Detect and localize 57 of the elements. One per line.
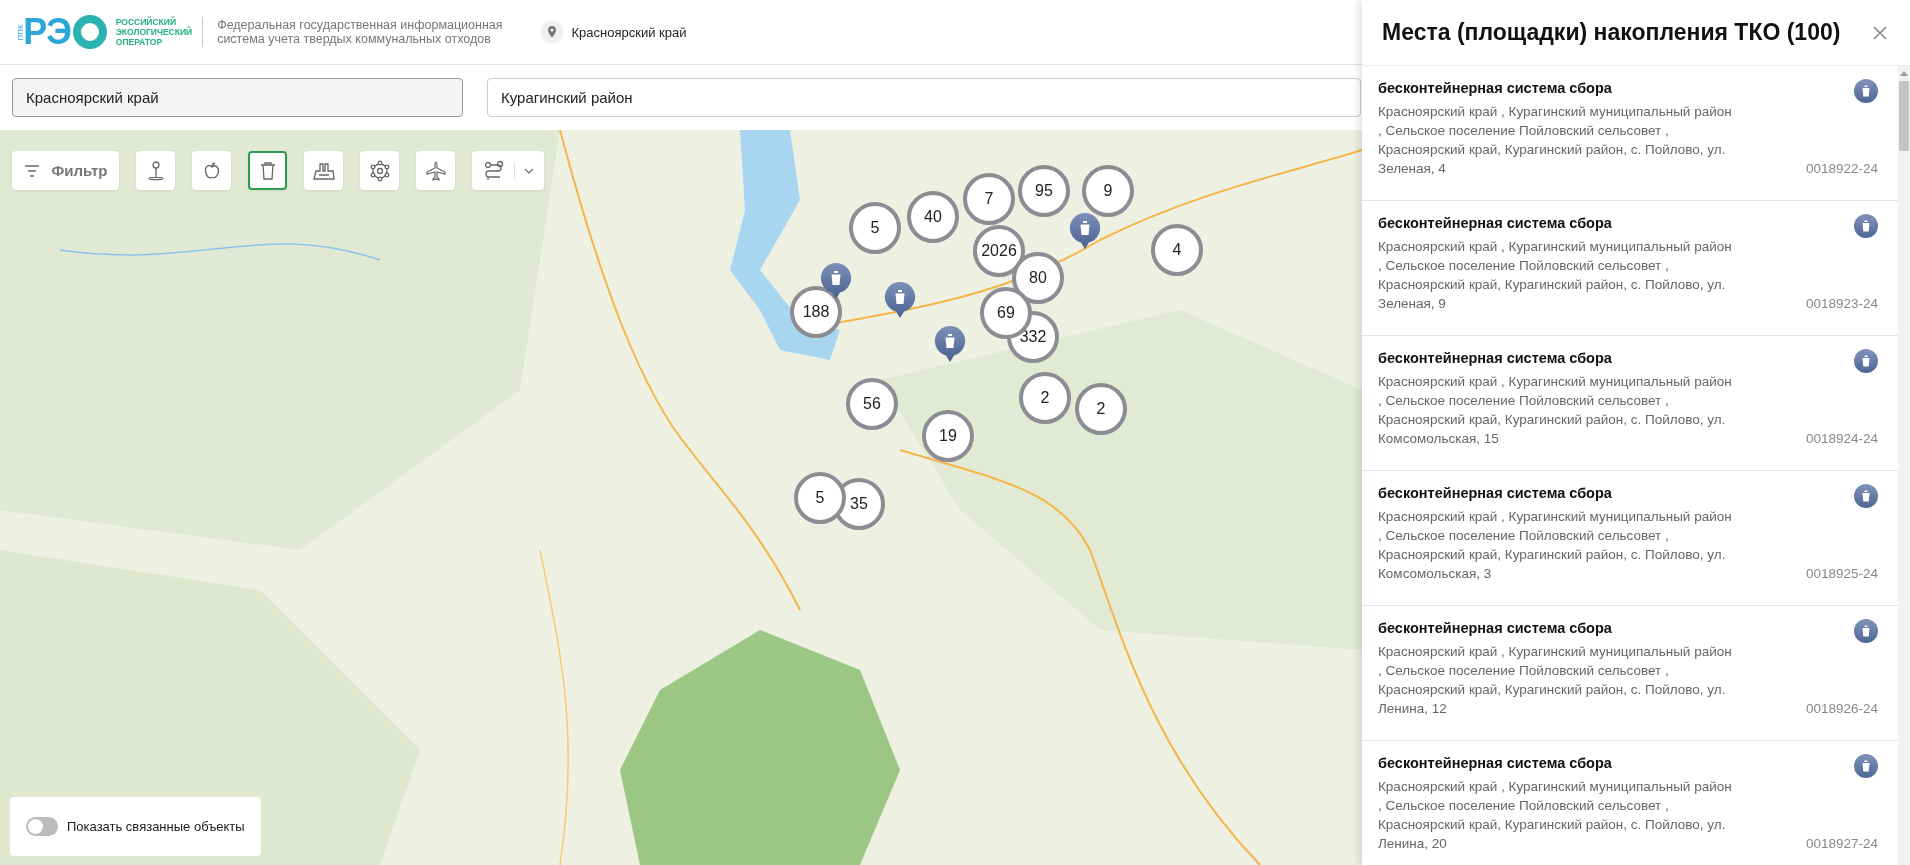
region-label: Красноярский край [571,24,687,40]
factory-icon [311,160,336,181]
trash-pin-icon[interactable] [884,281,916,319]
layer-button[interactable] [136,151,175,190]
layer-button[interactable] [304,151,343,190]
scrollbar-track[interactable] [1898,66,1910,865]
panel-title: Места (площадки) накопления ТКО (100) [1382,19,1841,46]
trash-pin-icon[interactable] [1069,212,1101,250]
item-address: Красноярский край , Курагинский муниципальный район , Сельское поселение Пойловский сельсовет , Красноярский край, Курагинский район, с. Пойлово, ул. Комсомольская, 3 [1378,508,1733,583]
layer-button[interactable] [360,151,399,190]
item-title: бесконтейнерная система сбора [1378,79,1613,98]
trash-badge-icon [1854,79,1878,103]
item-address: Красноярский край , Курагинский муниципальный район , Сельское поселение Пойловский сельсовет , Красноярский край, Курагинский район, с. Пойлово, ул. Зеленая, 9 [1378,238,1733,313]
item-title: бесконтейнерная система сбора [1378,754,1613,773]
logo-name: РОССИЙСКИЙ ЭКОЛОГИЧЕСКИЙ ОПЕРАТОР [115,17,193,47]
scroll-up-icon[interactable] [1900,70,1908,76]
toggle-label: Показать связанные объекты [67,819,245,834]
trash-badge-icon [1854,619,1878,643]
layer-button[interactable] [248,151,287,190]
item-code: 0018927-24 [1805,835,1878,853]
layer-button[interactable] [192,151,231,190]
location-pin-icon [540,21,563,43]
logo-ring-icon [71,14,108,50]
plane-icon [424,159,447,182]
select-field[interactable]: Курагинский район [487,78,1361,117]
trash-badge-icon [1854,214,1878,238]
filter-icon [23,163,40,178]
logo-mark: РЭ [23,14,71,50]
item-code: 0018922-24 [1805,160,1878,178]
toggle-switch[interactable] [26,817,58,836]
item-code: 0018925-24 [1805,565,1878,583]
trash-badge-icon [1854,754,1878,778]
item-address: Красноярский край , Курагинский муниципальный район , Сельское поселение Пойловский сельсовет , Красноярский край, Курагинский район, с. Пойлово, ул. Комсомольская, 15 [1378,373,1733,448]
trash-badge-icon [1854,349,1878,373]
item-code: 0018926-24 [1805,700,1878,718]
trash-pin-icon[interactable] [934,325,966,363]
network-ring-icon [368,159,391,182]
filter-button[interactable]: Фильтр [12,151,119,190]
trash-pin-icon[interactable] [820,262,852,300]
route-icon [482,159,505,182]
pin-icon [145,159,166,182]
system-title: Федеральная государственная информационная система учета твердых коммунальных отходов [217,18,503,46]
item-title: бесконтейнерная система сбора [1378,619,1613,638]
item-title: бесконтейнерная система сбора [1378,484,1613,503]
logo-prefix: ППК [15,23,25,41]
trash-badge-icon [1854,484,1878,508]
layer-button[interactable] [472,151,544,190]
close-icon[interactable] [1873,25,1887,40]
item-title: бесконтейнерная система сбора [1378,349,1613,368]
scrollbar-thumb[interactable] [1899,81,1909,151]
layer-button[interactable] [416,151,455,190]
item-code: 0018924-24 [1805,430,1878,448]
item-title: бесконтейнерная система сбора [1378,214,1613,233]
item-address: Красноярский край , Курагинский муниципальный район , Сельское поселение Пойловский сельсовет , Красноярский край, Курагинский район, с. Пойлово, ул. Ленина, 12 [1378,643,1733,718]
item-code: 0018923-24 [1805,295,1878,313]
item-address: Красноярский край , Курагинский муниципальный район , Сельское поселение Пойловский сельсовет , Красноярский край, Курагинский район, с. Пойлово, ул. Зеленая, 4 [1378,103,1733,178]
item-address: Красноярский край , Курагинский муниципальный район , Сельское поселение Пойловский сельсовет , Красноярский край, Курагинский район, с. Пойлово, ул. Ленина, 20 [1378,778,1733,853]
